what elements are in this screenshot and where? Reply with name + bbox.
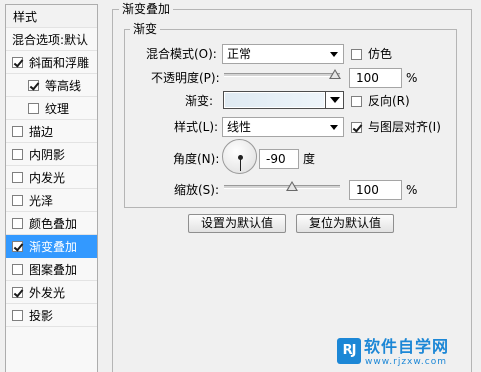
contour-label: 等高线 (45, 78, 82, 93)
watermark-title: 软件自学网 (364, 337, 450, 356)
angle-unit: 度 (303, 152, 316, 166)
gradient-overlay-title: 渐变叠加 (119, 2, 174, 16)
opacity-slider-thumb[interactable] (329, 69, 341, 79)
gradient-group-title: 渐变 (130, 22, 161, 36)
reverse-checkbox[interactable] (351, 95, 362, 107)
gradient-preview[interactable] (225, 93, 324, 107)
chevron-down-icon (330, 125, 338, 130)
blending-options-label: 混合选项:默认 (12, 32, 89, 47)
opacity-input[interactable]: 100 (349, 68, 402, 88)
dither-label: 仿色 (368, 47, 393, 61)
dither-option[interactable]: 仿色 (351, 47, 392, 61)
gradient-overlay-label: 渐变叠加 (29, 239, 78, 254)
gradient-label: 渐变: (185, 94, 214, 108)
blending-options-item[interactable]: 混合选项:默认 (6, 28, 97, 51)
satin-label: 光泽 (29, 193, 54, 208)
style-item-inner-glow[interactable]: 内发光 (6, 166, 97, 189)
scale-value: 100 (356, 183, 379, 197)
outer-glow-checkbox[interactable] (12, 286, 23, 298)
align-with-layer-checkbox[interactable] (351, 121, 362, 133)
watermark-logo: RJ (337, 338, 361, 364)
drop-shadow-label: 投影 (29, 308, 54, 323)
style-item-pattern-overlay[interactable]: 图案叠加 (6, 258, 97, 281)
blend-mode-label: 混合模式(O): (146, 47, 217, 61)
style-item-texture[interactable]: 纹理 (6, 97, 97, 120)
angle-input[interactable]: -90 (259, 149, 299, 169)
reverse-option[interactable]: 反向(R) (351, 94, 410, 108)
style-item-color-overlay[interactable]: 颜色叠加 (6, 212, 97, 235)
style-item-inner-shadow[interactable]: 内阴影 (6, 143, 97, 166)
angle-dial[interactable] (222, 139, 257, 174)
style-item-contour[interactable]: 等高线 (6, 74, 97, 97)
scale-label: 缩放(S): (174, 183, 220, 197)
bevel-emboss-label: 斜面和浮雕 (29, 55, 90, 70)
contour-checkbox[interactable] (28, 79, 39, 91)
style-item-bevel-emboss[interactable]: 斜面和浮雕 (6, 51, 97, 74)
outer-glow-label: 外发光 (29, 285, 66, 300)
styles-header-label: 样式 (13, 9, 38, 24)
align-with-layer-label: 与图层对齐(I) (368, 120, 441, 134)
inner-shadow-checkbox[interactable] (12, 148, 23, 160)
watermark-url: www.rjzxw.com (365, 357, 447, 367)
color-overlay-label: 颜色叠加 (29, 216, 78, 231)
opacity-label: 不透明度(P): (151, 71, 220, 85)
gradient-dropdown-button[interactable] (325, 92, 343, 108)
chevron-down-icon (330, 52, 338, 57)
stroke-checkbox[interactable] (12, 125, 23, 137)
bevel-emboss-checkbox[interactable] (12, 56, 23, 68)
texture-checkbox[interactable] (28, 102, 39, 114)
texture-label: 纹理 (45, 101, 70, 116)
opacity-value: 100 (356, 71, 379, 85)
style-value: 线性 (227, 120, 252, 134)
satin-checkbox[interactable] (12, 194, 23, 206)
scale-slider-track[interactable] (224, 185, 340, 189)
style-label: 样式(L): (174, 120, 219, 134)
make-default-button[interactable]: 设置为默认值 (188, 214, 286, 233)
styles-header[interactable]: 样式 (6, 5, 97, 28)
site-watermark: RJ 软件自学网 www.rjzxw.com (337, 336, 473, 370)
pattern-overlay-checkbox[interactable] (12, 263, 23, 275)
dither-checkbox[interactable] (351, 48, 362, 60)
scale-percent: % (406, 183, 418, 197)
stroke-label: 描边 (29, 124, 54, 139)
inner-glow-checkbox[interactable] (12, 171, 23, 183)
style-item-gradient-overlay[interactable]: 渐变叠加 (6, 235, 97, 258)
pattern-overlay-label: 图案叠加 (29, 262, 78, 277)
style-item-outer-glow[interactable]: 外发光 (6, 281, 97, 304)
style-item-satin[interactable]: 光泽 (6, 189, 97, 212)
style-item-stroke[interactable]: 描边 (6, 120, 97, 143)
blend-mode-select[interactable]: 正常 (222, 44, 344, 64)
angle-value: -90 (266, 152, 286, 166)
opacity-slider-track[interactable] (224, 73, 340, 77)
inner-shadow-label: 内阴影 (29, 147, 66, 162)
angle-center-dot (238, 155, 243, 160)
reset-default-button[interactable]: 复位为默认值 (296, 214, 394, 233)
styles-list: 样式 混合选项:默认 斜面和浮雕 等高线 纹理 描边 内阴影 内发光 光泽 颜色… (5, 4, 98, 372)
gradient-picker[interactable] (223, 91, 344, 109)
angle-label: 角度(N): (173, 152, 220, 166)
blend-mode-value: 正常 (227, 47, 252, 61)
scale-slider-thumb[interactable] (286, 181, 298, 191)
style-select[interactable]: 线性 (222, 117, 344, 137)
inner-glow-label: 内发光 (29, 170, 66, 185)
gradient-overlay-checkbox[interactable] (12, 240, 23, 252)
style-item-drop-shadow[interactable]: 投影 (6, 304, 97, 327)
drop-shadow-checkbox[interactable] (12, 309, 23, 321)
scale-input[interactable]: 100 (349, 180, 402, 200)
reverse-label: 反向(R) (368, 94, 410, 108)
color-overlay-checkbox[interactable] (12, 217, 23, 229)
opacity-percent: % (406, 71, 418, 85)
align-with-layer-option[interactable]: 与图层对齐(I) (351, 120, 441, 134)
